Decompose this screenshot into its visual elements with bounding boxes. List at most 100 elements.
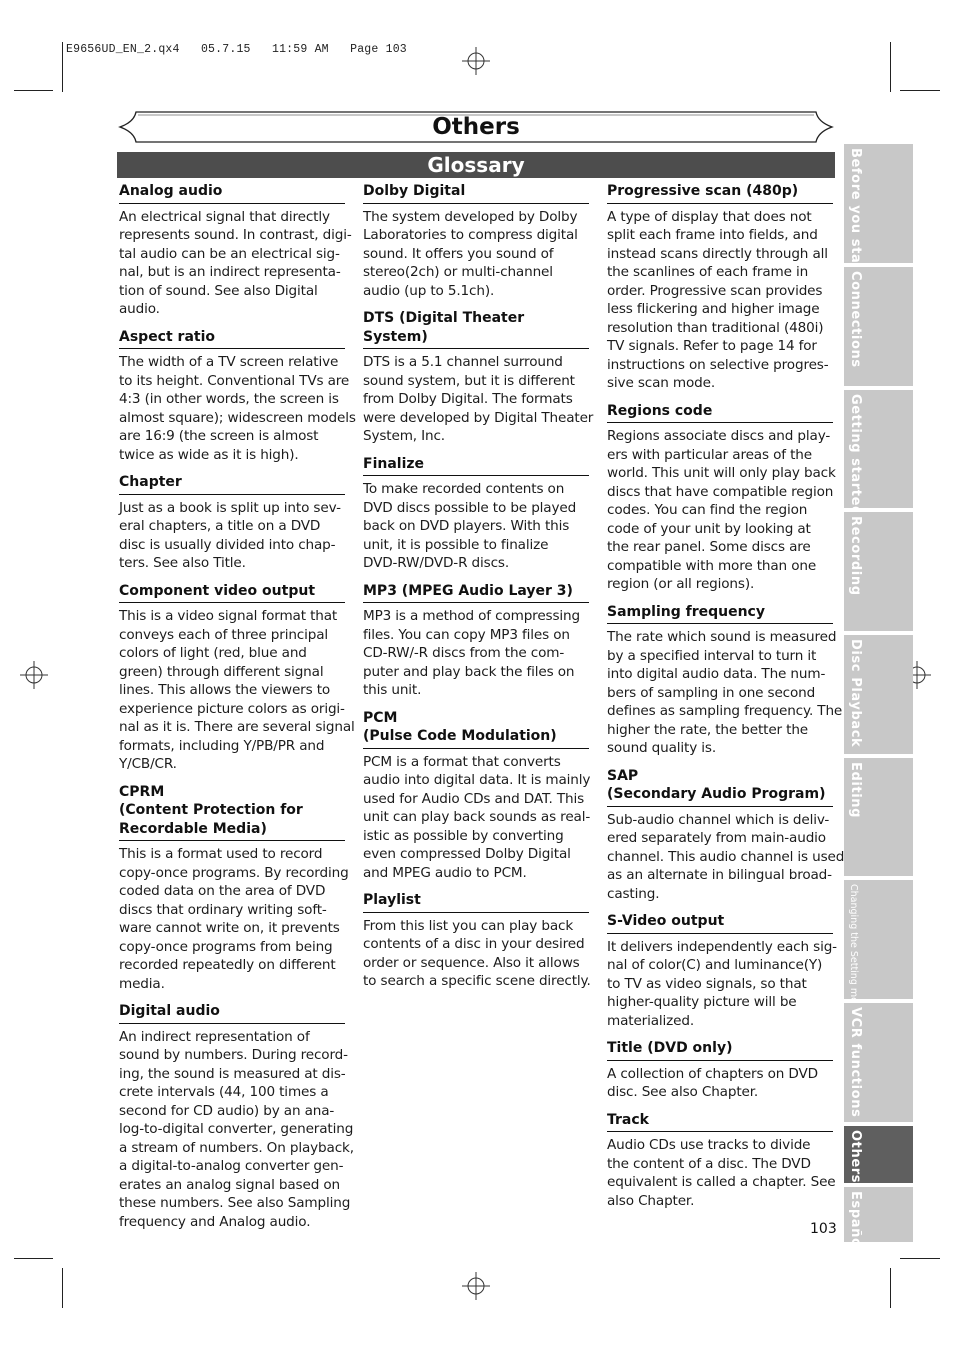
chapter-tab-label: Disc Playback <box>848 639 863 748</box>
definition-line: formats, including Y/PB/PR and <box>119 737 325 754</box>
definition-line: these numbers. See also Sampling <box>119 1195 351 1211</box>
glossary-entry: Sampling frequency The rate which sound i… <box>607 603 843 758</box>
term-line: Progressive scan (480p) <box>607 183 799 199</box>
definition-line: System, Inc. <box>363 428 445 444</box>
definition-line: The width of a TV screen relative <box>119 354 339 370</box>
term-line: MP3 (MPEG Audio Layer 3) <box>363 582 573 599</box>
chapter-tab-label: Recording <box>848 516 863 596</box>
glossary-entry: SAP (Secondary Audio Program) Sub-audio ch… <box>607 767 844 904</box>
glossary-term: Progressive scan (480p) <box>607 182 833 204</box>
glossary-definition: The system developed by Dolby Laboratorie… <box>363 208 589 301</box>
crop-mark <box>890 42 891 92</box>
definition-line: codes. You can find the region <box>607 502 808 518</box>
definition-line: DVD-RW/DVD-R discs. <box>363 555 509 571</box>
chapter-tab-editing[interactable]: Editing <box>844 758 913 876</box>
definition-line: a stream of numbers. On playback, <box>119 1139 354 1156</box>
definition-line: are 16:9 (the screen is almost <box>119 428 319 444</box>
definition-line: contents of a disc in your desired <box>363 936 585 952</box>
section-title: Others <box>432 114 520 140</box>
definition-line: media. <box>119 975 165 992</box>
definition-line: audio. <box>119 301 160 317</box>
definition-line: conveys each of three principal <box>119 626 329 643</box>
term-line: Analog audio <box>119 183 223 199</box>
glossary-entry: Aspect ratio The width of a TV screen rel… <box>119 328 356 465</box>
definition-line: This is a video signal format that <box>119 608 338 624</box>
glossary-definition: The width of a TV screen relative to its … <box>119 353 356 464</box>
crop-mark <box>900 1258 940 1259</box>
glossary-entry: DTS (Digital Theater System) DTS is a 5.1… <box>363 309 593 446</box>
definition-line: split each frame into fields, and <box>607 227 818 243</box>
definition-line: From this list you can play back <box>363 917 574 934</box>
definition-line: puter and play back the files on <box>363 663 575 680</box>
definition-line: into digital audio data. The num- <box>607 666 826 682</box>
definition-line: disc. See also Chapter. <box>607 1084 759 1100</box>
glossary-term: Chapter <box>119 473 345 495</box>
glossary-term: Title (DVD only) <box>607 1039 833 1061</box>
definition-line: materialized. <box>607 1012 695 1029</box>
glossary-definition: An indirect representation of sound by nu… <box>119 1028 354 1232</box>
definition-line: to its height. Conventional TVs are <box>119 372 350 389</box>
term-line: Track <box>607 1111 649 1128</box>
definition-line: twice as wide as it is high). <box>119 446 299 463</box>
glossary-term: CPRM (Content Protection for Recordable Me… <box>119 783 345 841</box>
definition-line: to search a specific scene directly. <box>363 973 591 989</box>
glossary-term: S-Video output <box>607 912 833 934</box>
chapter-tab-connections[interactable]: Connections <box>844 267 913 386</box>
chapter-tab-disc-playback[interactable]: Disc Playback <box>844 635 913 754</box>
definition-line: bers of sampling in one second <box>607 684 816 701</box>
definition-line: recorded repeatedly on different <box>119 957 336 973</box>
glossary-term: Finalize <box>363 455 589 476</box>
registration-mark-left <box>20 661 48 689</box>
chapter-tab-others[interactable]: Others <box>844 1126 913 1183</box>
glossary-definition: DTS is a 5.1 channel surround sound syste… <box>363 353 593 446</box>
definition-line: equivalent is called a chapter. See <box>607 1174 836 1190</box>
glossary-definition: MP3 is a method of compressing files. You… <box>363 607 589 700</box>
glossary-term: MP3 (MPEG Audio Layer 3) <box>363 582 589 603</box>
slug-filename: E9656UD_EN_2.qx4 <box>66 43 180 56</box>
chapter-tab-label: VCR functions <box>848 1007 863 1118</box>
glossary-entry: Component video output This is a video si… <box>119 582 355 774</box>
definition-line: order or sequence. Also it allows <box>363 954 580 971</box>
definition-line: sound quality is. <box>607 740 717 756</box>
definition-line: region (or all regions). <box>607 576 755 592</box>
definition-line: lines. This allows the viewers to <box>119 682 331 698</box>
definition-line: unit, it is possible to finalize <box>363 536 549 553</box>
definition-line: An indirect representation of <box>119 1028 310 1045</box>
registration-mark-top <box>462 47 490 75</box>
definition-line: represents sound. In contrast, digi- <box>119 227 352 243</box>
definition-line: discs that ordinary writing soft- <box>119 901 327 918</box>
glossary-definition: A collection of chapters on DVD disc. See… <box>607 1065 833 1102</box>
definition-line: The system developed by Dolby <box>363 208 578 225</box>
chapter-tab-changing-the-setting-menu[interactable]: Changing the Setting menu <box>844 880 913 1015</box>
definition-line: sound system, but it is different <box>363 372 575 389</box>
definition-line: defines as sampling frequency. The <box>607 703 843 719</box>
term-line: Sampling frequency <box>607 603 765 620</box>
glossary-column-2: Dolby Digital The system developed by Dol… <box>363 182 593 1000</box>
definition-line: compatible with more than one <box>607 557 817 574</box>
crop-mark <box>14 1258 53 1259</box>
chapter-tab-vcr-functions[interactable]: VCR functions <box>844 1003 913 1122</box>
glossary-entry: Progressive scan (480p) A type of display… <box>607 182 833 393</box>
definition-line: unit can play back sounds as real- <box>363 809 591 825</box>
definition-line: files. You can copy MP3 files on <box>363 626 570 643</box>
definition-line: Y/CB/CR. <box>119 756 177 772</box>
slug-page: Page 103 <box>350 43 407 56</box>
definition-line: The rate which sound is measured <box>607 629 837 645</box>
chapter-tab-getting-started[interactable]: Getting started <box>844 390 913 516</box>
chapter-tab-recording[interactable]: Recording <box>844 512 913 631</box>
definition-line: Sub-audio channel which is deliv- <box>607 811 830 828</box>
glossary-definition: This is a format used to record copy-once… <box>119 845 349 993</box>
definition-line: istic as possible by converting <box>363 827 564 844</box>
definition-line: copy-once programs. By recording <box>119 864 349 881</box>
slug-date: 05.7.15 <box>200 43 251 56</box>
definition-line: sound. It offers you sound of <box>363 245 554 262</box>
registration-mark-bottom <box>462 1272 490 1300</box>
definition-line: the rear panel. Some discs are <box>607 539 811 555</box>
definition-line: eral chapters, a title on a DVD <box>119 518 321 534</box>
chapter-tab-espa-ol[interactable]: Español <box>844 1187 913 1253</box>
slug-time: 11:59 AM <box>271 43 329 56</box>
term-line: Finalize <box>363 455 425 472</box>
chapter-tab-before-you-start[interactable]: Before you start <box>844 144 913 277</box>
definition-line: nal, but is an indirect representa- <box>119 264 341 280</box>
term-line: Aspect ratio <box>119 328 216 345</box>
